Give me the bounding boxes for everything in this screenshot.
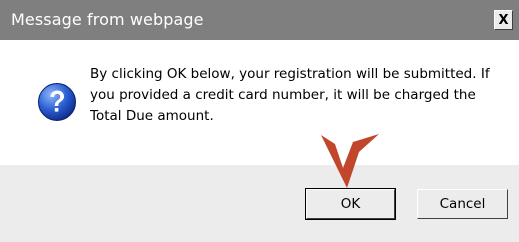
dialog-title: Message from webpage xyxy=(11,10,204,29)
dialog-window: Message from webpage X By clicking OK be… xyxy=(0,0,519,242)
title-bar[interactable]: Message from webpage X xyxy=(0,0,519,40)
arrow-down-icon xyxy=(321,134,379,188)
close-button[interactable]: X xyxy=(494,10,513,30)
ok-button[interactable]: OK xyxy=(305,188,396,220)
button-bar: OK Cancel xyxy=(0,165,519,242)
dialog-content: By clicking OK below, your registration … xyxy=(0,40,519,165)
message-text: By clicking OK below, your registration … xyxy=(90,66,490,124)
cancel-button[interactable]: Cancel xyxy=(417,189,508,219)
question-icon xyxy=(38,83,76,121)
